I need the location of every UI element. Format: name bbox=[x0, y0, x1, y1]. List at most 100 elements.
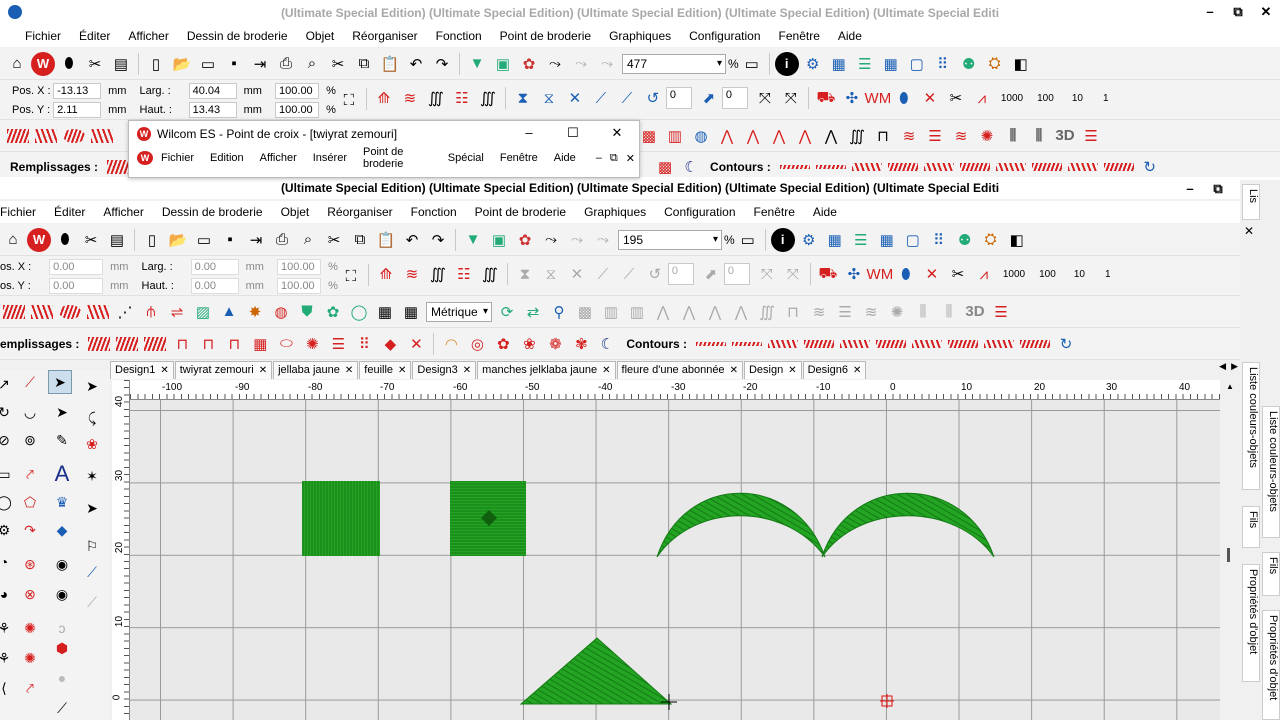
doc-skew-a-icon[interactable]: ⟋ bbox=[591, 262, 615, 286]
doc-skew-b-icon[interactable]: ⟋ bbox=[617, 262, 641, 286]
bracket-icon[interactable]: ⟨ bbox=[0, 676, 16, 700]
travel-back-icon[interactable]: ⤳ bbox=[569, 52, 593, 76]
zigzag-a-icon[interactable]: ⋀ bbox=[715, 124, 739, 148]
doc-mirror-v-icon[interactable]: ⧖ bbox=[539, 262, 563, 286]
doc-fill-s-icon[interactable]: ✾ bbox=[569, 332, 593, 356]
contour-g-icon[interactable] bbox=[995, 162, 1026, 171]
menu-reorganiser[interactable]: Réorganiser bbox=[343, 29, 426, 43]
doc-undo-icon[interactable]: ↶ bbox=[400, 228, 424, 252]
doc-contour-c-icon[interactable] bbox=[768, 339, 799, 348]
object-g-icon[interactable]: ⩘ bbox=[970, 86, 994, 110]
doc-fill-n-icon[interactable]: ◠ bbox=[439, 332, 463, 356]
tab-design3[interactable]: Design3 ✕ bbox=[412, 361, 477, 379]
doc-stitch-player-icon[interactable]: ▼ bbox=[461, 228, 485, 252]
doc-contour-i-icon[interactable] bbox=[984, 339, 1015, 348]
circle-red-icon[interactable]: ⊛ bbox=[18, 552, 42, 576]
reshape-arrow-icon[interactable]: ➤ bbox=[80, 374, 104, 398]
tab-scroll-left-icon[interactable]: ◀ bbox=[1219, 361, 1226, 372]
doc-scale-x-input[interactable]: 100.00 bbox=[277, 259, 322, 275]
doc-rotate-input[interactable]: 0 bbox=[667, 263, 694, 285]
doc-menu-aide[interactable]: Aide bbox=[804, 205, 846, 219]
tools-icon[interactable]: ✂ bbox=[83, 52, 107, 76]
hoop-icon[interactable]: ⬮ bbox=[57, 52, 81, 76]
loop-tool-icon[interactable]: ⊚ bbox=[18, 428, 42, 452]
doc-fill-m-icon[interactable]: ✕ bbox=[404, 332, 428, 356]
doc-fill-l-icon[interactable]: ◆ bbox=[378, 332, 402, 356]
undo-icon[interactable]: ↶ bbox=[404, 52, 428, 76]
doc-zoom-box-icon[interactable]: ▭ bbox=[736, 228, 760, 252]
crescent-icon[interactable]: ☾ bbox=[679, 155, 703, 179]
tatami-square-shape[interactable] bbox=[449, 480, 529, 558]
doc-menu-fenetre[interactable]: Fenêtre bbox=[745, 205, 804, 219]
tab-close-icon[interactable]: ✕ bbox=[463, 365, 471, 376]
doc-redo-icon[interactable]: ↷ bbox=[426, 228, 450, 252]
doc-stitch-tool-b-icon[interactable]: ≋ bbox=[400, 262, 424, 286]
doc-metrique-combo[interactable]: Métrique bbox=[426, 301, 492, 322]
app-icon[interactable] bbox=[8, 5, 22, 19]
menu-editer[interactable]: Éditer bbox=[70, 29, 119, 43]
tatami-stitch-icon[interactable] bbox=[35, 128, 57, 143]
contour-j-icon[interactable] bbox=[1103, 162, 1134, 171]
num-1[interactable]: 1 bbox=[1103, 93, 1109, 104]
contour-h-icon[interactable] bbox=[1031, 162, 1062, 171]
grid-stitch-b-icon[interactable]: ▥ bbox=[663, 124, 687, 148]
mirror-d-icon[interactable]: ✕ bbox=[563, 86, 587, 110]
doc-travel-back-icon[interactable]: ⤳ bbox=[565, 228, 589, 252]
doc-hoop-icon[interactable]: ⬮ bbox=[53, 228, 77, 252]
tab-design[interactable]: Design ✕ bbox=[743, 361, 802, 379]
doc-stamp-icon[interactable]: ⛭ bbox=[979, 228, 1003, 252]
doc-list-icon[interactable]: ☰ bbox=[849, 228, 873, 252]
doc-wave-e-icon[interactable]: ≋ bbox=[859, 300, 883, 324]
open-design-icon[interactable]: ▭ bbox=[196, 52, 220, 76]
tab-close-icon[interactable]: ✕ bbox=[730, 365, 738, 376]
doc-menu-reorganiser[interactable]: Réorganiser bbox=[318, 205, 401, 219]
doc-people-tool-icon[interactable]: ✿ bbox=[321, 300, 345, 324]
side-tab-fils[interactable]: Fils bbox=[1242, 506, 1260, 548]
doc-contour-d-icon[interactable] bbox=[804, 339, 835, 348]
side-close-icon[interactable]: ✕ bbox=[1244, 224, 1254, 238]
doc-comb-icon[interactable]: ⫼ bbox=[911, 300, 935, 324]
lines-icon[interactable]: ☰ bbox=[1079, 124, 1103, 148]
doc-arrange-b-icon[interactable]: ⤧ bbox=[781, 262, 805, 286]
doc-contour-e-icon[interactable] bbox=[840, 339, 871, 348]
doc-fill-p-icon[interactable]: ✿ bbox=[491, 332, 515, 356]
doc-info-icon[interactable]: i bbox=[770, 227, 795, 252]
paste-icon[interactable]: 📋 bbox=[378, 52, 402, 76]
diamond-icon[interactable]: ◆ bbox=[50, 518, 74, 542]
doc-stamp-tool-icon[interactable]: ◍ bbox=[269, 300, 293, 324]
oval-tool-icon[interactable]: ◡ bbox=[18, 400, 42, 424]
doc-open-design-icon[interactable]: ▭ bbox=[192, 228, 216, 252]
slant-icon[interactable]: ⬈ bbox=[697, 86, 721, 110]
menu-graphiques[interactable]: Graphiques bbox=[600, 29, 680, 43]
doc-travel-fwd-icon[interactable]: ⤳ bbox=[591, 228, 615, 252]
doc-comb-b-icon[interactable]: ⫼ bbox=[937, 300, 961, 324]
mask-icon[interactable]: ◧ bbox=[1009, 52, 1033, 76]
library-icon[interactable]: ▦ bbox=[827, 52, 851, 76]
scroll-up-icon[interactable]: ▲ bbox=[1226, 382, 1234, 391]
crescent-left-shape[interactable] bbox=[655, 482, 827, 560]
doc-cycle-icon[interactable]: ⟳ bbox=[495, 300, 519, 324]
dots-grid-icon[interactable]: ⠿ bbox=[931, 52, 955, 76]
object-a-icon[interactable]: ⛟ bbox=[814, 86, 838, 110]
pointer-b-icon[interactable]: ➤ bbox=[80, 496, 104, 520]
menu-afficher[interactable]: Afficher bbox=[119, 29, 177, 43]
doc-mirror-d-icon[interactable]: ✕ bbox=[565, 262, 589, 286]
knot-b-icon[interactable]: ⚘ bbox=[0, 646, 16, 670]
circle-tool-icon[interactable]: ◯ bbox=[0, 490, 16, 514]
subwin-close-icon[interactable]: ✕ bbox=[595, 121, 639, 177]
doc-fill-d-icon[interactable]: ⊓ bbox=[170, 332, 194, 356]
doc-lock-proportions-icon[interactable]: ⛶ bbox=[339, 264, 363, 288]
scale-x-input[interactable]: 100.00 bbox=[275, 83, 320, 99]
doc-fill-e-icon[interactable]: ⊓ bbox=[196, 332, 220, 356]
doc-arrow-swap-icon[interactable]: ⇄ bbox=[521, 300, 545, 324]
doc-fork-icon[interactable]: ⫛ bbox=[139, 300, 163, 324]
doc-new-file-icon[interactable]: ▯ bbox=[140, 228, 164, 252]
doc-stitch-tool-a-icon[interactable]: ⟰ bbox=[374, 262, 398, 286]
pos-y-input[interactable]: 2.11 bbox=[53, 102, 102, 118]
tab-close-icon[interactable]: ✕ bbox=[788, 365, 796, 376]
machine-icon[interactable]: ⚙ bbox=[801, 52, 825, 76]
contour-f-icon[interactable] bbox=[959, 162, 990, 171]
contour-e-icon[interactable] bbox=[923, 162, 954, 171]
doc-menu-objet[interactable]: Objet bbox=[272, 205, 319, 219]
doc-mirror-h-icon[interactable]: ⧗ bbox=[513, 262, 537, 286]
